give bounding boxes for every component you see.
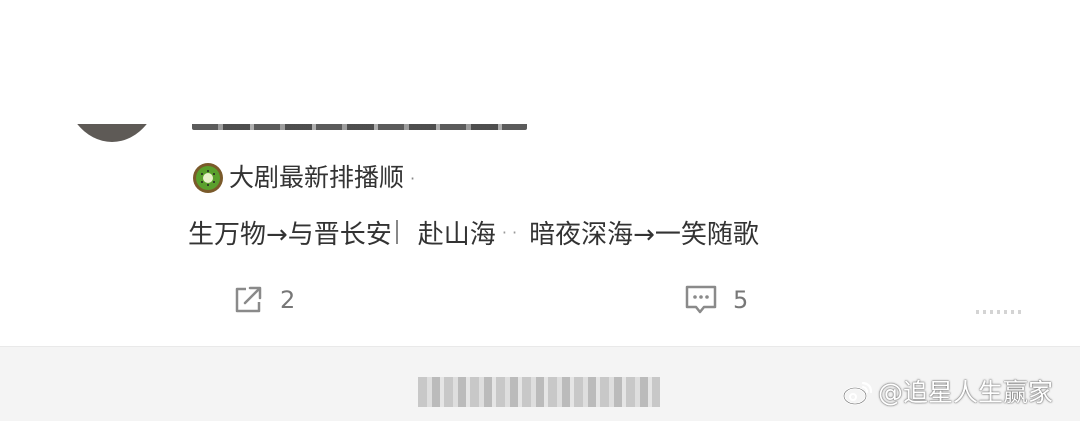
comment-count: 5 (733, 286, 749, 314)
watermark-text: @追星人生赢家 (878, 378, 1054, 407)
comment-button[interactable]: 5 (683, 281, 748, 319)
schedule-dot-separator: · · (501, 222, 518, 242)
faded-dots (976, 310, 1024, 314)
bottom-area: @追星人生赢家 (0, 346, 1080, 421)
schedule-part-2: 赴山海 (417, 219, 496, 250)
schedule-part-1: 生万物→与晋长安 (188, 219, 392, 250)
schedule-part-3: 暗夜深海→一笑随歌 (529, 219, 759, 250)
weibo-logo-icon (842, 381, 873, 406)
share-button[interactable]: 2 (230, 281, 295, 319)
share-icon (235, 286, 262, 313)
kiwi-icon (193, 163, 223, 193)
page-top-area (0, 0, 1080, 124)
share-count: 2 (280, 286, 296, 314)
comment-icon (685, 285, 717, 314)
schedule-text: 生万物→与晋长安 赴山海 · · 暗夜深海→一笑随歌 (188, 212, 759, 252)
watermark: @追星人生赢家 (842, 375, 1053, 411)
headline-dot: · (410, 168, 416, 188)
avatar[interactable] (62, 124, 162, 142)
headline-text: 大剧最新排播顺 (229, 163, 405, 192)
obscured-text (192, 124, 527, 130)
schedule-separator (395, 220, 398, 244)
post-headline: 大剧最新排播顺 · (191, 160, 415, 196)
post-card: 大剧最新排播顺 · 生万物→与晋长安 赴山海 · · 暗夜深海→一笑随歌 2 5 (0, 124, 1080, 346)
obscured-text-bottom (418, 377, 660, 407)
